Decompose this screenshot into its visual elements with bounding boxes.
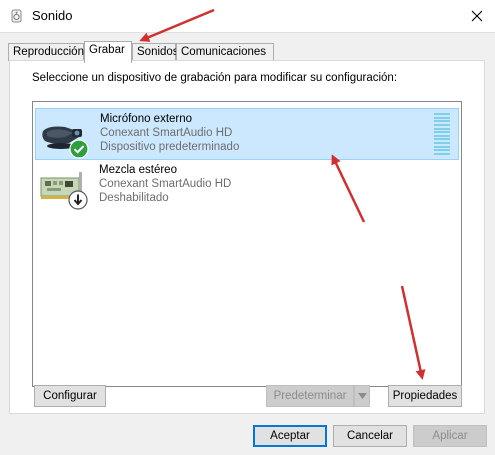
device-driver: Conexant SmartAudio HD — [100, 127, 233, 139]
device-driver: Conexant SmartAudio HD — [99, 178, 232, 190]
device-row-mezcla-estereo[interactable]: Mezcla estéreo Conexant SmartAudio HD De… — [35, 160, 459, 212]
window-title: Sonido — [32, 8, 73, 23]
recording-panel: Seleccione un dispositivo de grabación p… — [9, 60, 485, 414]
speaker-icon — [11, 9, 22, 23]
set-default-button[interactable]: Predeterminar — [266, 385, 354, 407]
ok-button[interactable]: Aceptar — [253, 425, 327, 447]
tab-reproduccion[interactable]: Reproducción — [8, 43, 84, 61]
configure-button[interactable]: Configurar — [34, 385, 106, 407]
device-status: Deshabilitado — [99, 192, 169, 204]
close-button[interactable] — [462, 3, 492, 29]
instruction-text: Seleccione un dispositivo de grabación p… — [32, 72, 398, 84]
chevron-down-icon — [358, 393, 367, 399]
tab-sonidos[interactable]: Sonidos — [132, 43, 179, 61]
title-bar: Sonido — [0, 0, 495, 32]
set-default-dropdown-button[interactable] — [354, 385, 370, 407]
tab-grabar[interactable]: Grabar — [84, 41, 132, 63]
device-name: Mezcla estéreo — [99, 164, 177, 176]
close-icon — [471, 10, 483, 22]
check-icon — [69, 139, 89, 159]
cancel-button[interactable]: Cancelar — [333, 425, 407, 447]
level-meter — [434, 113, 450, 155]
down-arrow-icon — [68, 190, 88, 210]
tab-comunicaciones[interactable]: Comunicaciones — [176, 43, 274, 61]
device-status: Dispositivo predeterminado — [100, 141, 240, 153]
properties-button[interactable]: Propiedades — [388, 385, 462, 407]
apply-button[interactable]: Aplicar — [413, 425, 487, 447]
device-list[interactable]: Micrófono externo Conexant SmartAudio HD… — [32, 101, 462, 387]
device-name: Micrófono externo — [100, 113, 193, 125]
device-row-microfono-externo[interactable]: Micrófono externo Conexant SmartAudio HD… — [35, 108, 459, 160]
